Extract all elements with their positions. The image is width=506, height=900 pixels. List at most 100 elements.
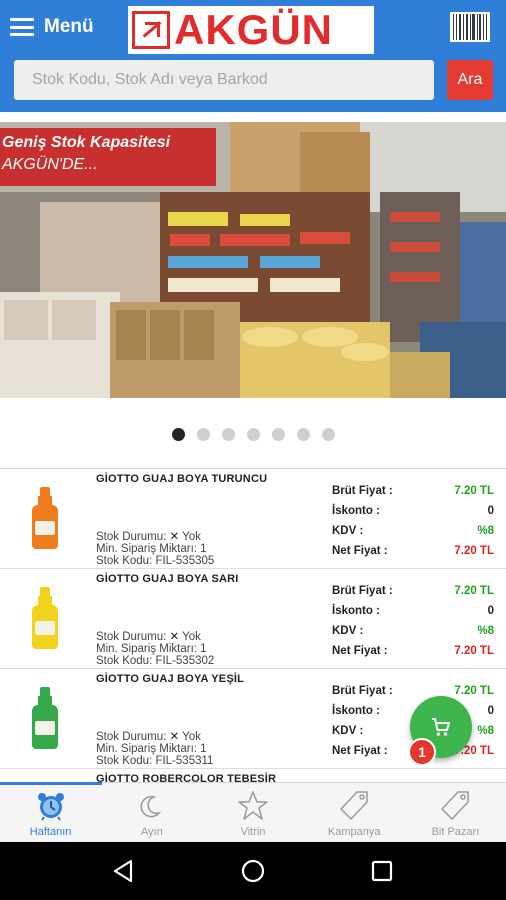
brand-mark-icon [132, 11, 170, 49]
vat-value: %8 [477, 625, 494, 637]
tab-kampanya[interactable]: Kampanya [304, 783, 405, 842]
recents-icon [371, 860, 392, 882]
vat-value: %8 [477, 725, 494, 737]
recents-button[interactable] [362, 851, 402, 891]
net-price-label: Net Fiyat : [332, 545, 388, 557]
tab-label: Vitrin [240, 826, 266, 838]
tag-icon [340, 791, 368, 820]
star-icon [238, 791, 268, 820]
carousel-dot[interactable] [171, 428, 185, 441]
price-block: Brüt Fiyat : 7.20 TL İskonto : 0 KDV : %8 N… [332, 581, 494, 661]
gross-price: 7.20 TL [454, 585, 494, 597]
tab-vitrin[interactable]: Vitrin [202, 783, 303, 842]
moon-icon [140, 795, 161, 818]
vat-value: %8 [477, 525, 494, 537]
product-row[interactable]: GİOTTO GUAJ BOYA SARI Stok Durumu: ✕ Yok… [0, 569, 506, 669]
carousel-indicator [0, 428, 506, 444]
promo-banner[interactable]: Geniş Stok Kapasitesi AKGÜN'DE... [0, 122, 506, 398]
net-price: 7.20 TL [454, 545, 494, 557]
out-of-stock-icon: ✕ [169, 731, 180, 743]
carousel-dot[interactable] [246, 428, 260, 441]
stock-status-label: Stok Durumu: [96, 631, 167, 643]
search-input[interactable] [14, 60, 434, 100]
product-row[interactable]: GİOTTO GUAJ BOYA TURUNCU Stok Durumu: ✕ … [0, 469, 506, 569]
carousel-dot[interactable] [271, 428, 285, 441]
cart-count-badge: 1 [408, 738, 436, 766]
stock-status-value: Yok [182, 631, 201, 643]
discount-value: 0 [487, 505, 494, 517]
carousel-dot[interactable] [221, 428, 235, 441]
tab-label: Bit Pazarı [431, 826, 480, 838]
brand-name: AKGÜN [174, 6, 333, 53]
min-order: Min. Sipariş Miktarı: 1 [96, 543, 207, 555]
carousel-dot[interactable] [296, 428, 310, 441]
back-icon [114, 859, 133, 883]
out-of-stock-icon: ✕ [169, 531, 180, 543]
gross-price: 7.20 TL [454, 485, 494, 497]
tag-icon [441, 791, 470, 820]
product-image [30, 587, 60, 651]
vat-label: KDV : [332, 525, 364, 537]
home-button[interactable] [233, 851, 273, 891]
gross-price-label: Brüt Fiyat : [332, 685, 393, 697]
product-meta: Stok Durumu: ✕ Yok Min. Sipariş Miktarı:… [96, 631, 214, 667]
tab-label: Ayın [140, 826, 163, 838]
discount-label: İskonto : [332, 505, 380, 517]
banner-caption: Geniş Stok Kapasitesi AKGÜN'DE... [0, 128, 216, 186]
product-image [30, 487, 60, 551]
banner-subline: AKGÜN'DE... [2, 156, 98, 173]
min-order: Min. Sipariş Miktarı: 1 [96, 643, 207, 655]
discount-value: 0 [487, 605, 494, 617]
alarm-clock-icon [37, 793, 64, 821]
product-meta: Stok Durumu: ✕ Yok Min. Sipariş Miktarı:… [96, 531, 214, 567]
product-name: GİOTTO GUAJ BOYA SARI [96, 573, 239, 585]
stock-status-value: Yok [182, 531, 201, 543]
active-tab-indicator [0, 782, 102, 785]
vat-label: KDV : [332, 725, 364, 737]
net-price: 7.20 TL [454, 645, 494, 657]
product-row[interactable]: GİOTTO ROBERCOLOR TEBEŞİR [0, 769, 506, 782]
banner-headline: Geniş Stok Kapasitesi [2, 134, 171, 151]
product-name: GİOTTO ROBERCOLOR TEBEŞİR [96, 773, 277, 782]
tab-ayin[interactable]: Ayın [101, 783, 202, 842]
menu-label: Menü [44, 16, 94, 37]
gross-price: 7.20 TL [454, 685, 494, 697]
stock-status-label: Stok Durumu: [96, 531, 167, 543]
stock-code: Stok Kodu: FIL-535302 [96, 655, 215, 667]
barcode-scanner-icon[interactable] [450, 12, 490, 42]
vat-label: KDV : [332, 625, 364, 637]
system-nav-bar [0, 842, 506, 900]
home-icon [241, 859, 265, 883]
tab-label: Haftanın [29, 826, 72, 838]
net-price-label: Net Fiyat : [332, 745, 388, 757]
gross-price-label: Brüt Fiyat : [332, 585, 393, 597]
carousel-dot[interactable] [321, 428, 335, 441]
tab-bit-pazari[interactable]: Bit Pazarı [405, 783, 506, 842]
menu-button[interactable]: Menü [10, 12, 94, 42]
out-of-stock-icon: ✕ [169, 631, 180, 643]
search-button[interactable]: Ara [447, 60, 493, 100]
min-order: Min. Sipariş Miktarı: 1 [96, 743, 207, 755]
app-header: Menü AKGÜN Ara [0, 0, 506, 112]
product-name: GİOTTO GUAJ BOYA YEŞİL [96, 673, 245, 685]
search-field[interactable] [14, 60, 434, 100]
stock-status-label: Stok Durumu: [96, 731, 167, 743]
net-price-label: Net Fiyat : [332, 645, 388, 657]
stock-code: Stok Kodu: FIL-535305 [96, 555, 215, 567]
cart-icon [432, 718, 450, 736]
tab-haftanin[interactable]: Haftanın [0, 783, 101, 842]
gross-price-label: Brüt Fiyat : [332, 485, 393, 497]
stock-code: Stok Kodu: FIL-535311 [96, 755, 214, 767]
hamburger-icon [10, 18, 34, 36]
back-button[interactable] [104, 851, 144, 891]
tab-label: Kampanya [327, 826, 381, 838]
discount-label: İskonto : [332, 705, 380, 717]
product-meta: Stok Durumu: ✕ Yok Min. Sipariş Miktarı:… [96, 731, 213, 767]
discount-label: İskonto : [332, 605, 380, 617]
carousel-dot[interactable] [196, 428, 210, 441]
brand-logo[interactable]: AKGÜN [128, 6, 374, 54]
discount-value: 0 [487, 705, 494, 717]
price-block: Brüt Fiyat : 7.20 TL İskonto : 0 KDV : %8 N… [332, 481, 494, 561]
product-image [30, 687, 60, 751]
bottom-tab-bar: Haftanın Ayın Vitrin Kampanya Bit Pazarı [0, 782, 506, 842]
